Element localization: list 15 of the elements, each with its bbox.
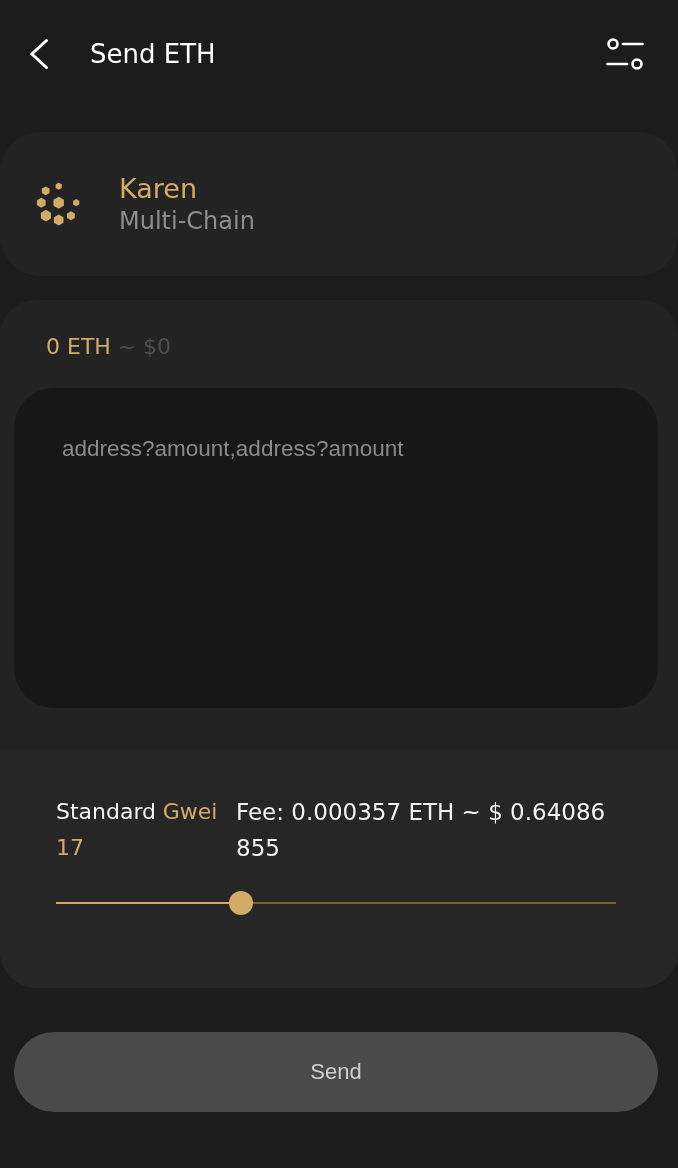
network-label: Multi-Chain: [119, 206, 255, 236]
gas-slider[interactable]: [56, 891, 616, 915]
fee-speed-label: Standard: [56, 798, 157, 826]
account-name: Karen: [119, 172, 197, 206]
balance-amount: 0 ETH: [46, 333, 111, 359]
hexagon-cluster-icon: [36, 182, 80, 226]
page-title: Send ETH: [90, 39, 217, 69]
account-card[interactable]: Karen Multi-Chain: [0, 132, 678, 276]
sliders-icon[interactable]: [606, 38, 644, 70]
slider-thumb[interactable]: [228, 891, 253, 915]
gas-price-value: 17: [56, 834, 84, 862]
gas-unit-label: Gwei: [162, 798, 218, 826]
back-icon[interactable]: [30, 39, 48, 69]
recipients-field[interactable]: address?amount,address?amount: [14, 388, 658, 708]
fee-summary: Fee: 0.000357 ETH ~ $ 0.64086855: [236, 798, 607, 863]
